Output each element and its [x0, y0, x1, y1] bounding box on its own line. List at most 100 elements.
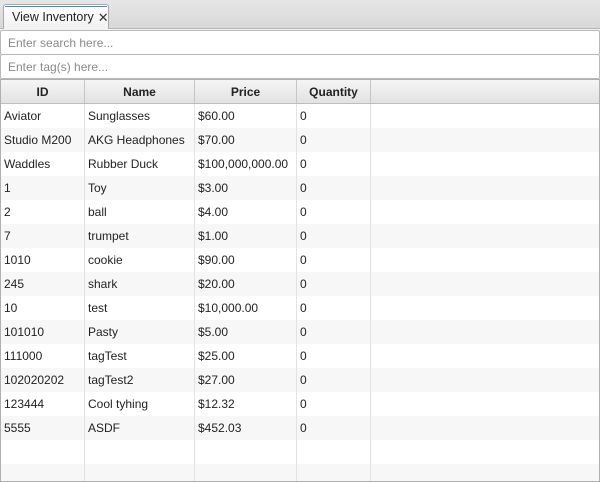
cell-price: $20.00: [195, 272, 297, 296]
cell-name: shark: [85, 272, 195, 296]
cell-quantity: 0: [297, 200, 371, 224]
cell-quantity: 0: [297, 320, 371, 344]
cell-id: 10: [1, 296, 85, 320]
cell-id: 111000: [1, 344, 85, 368]
cell-name: ASDF: [85, 416, 195, 440]
cell-id: 101010: [1, 320, 85, 344]
cell-id: 102020202: [1, 368, 85, 392]
cell-id: 123444: [1, 392, 85, 416]
table-row[interactable]: 2 ball $4.00 0: [1, 200, 599, 224]
inventory-window: View Inventory ✕ ID Name Price Quantity …: [0, 0, 600, 482]
cell-price: $25.00: [195, 344, 297, 368]
cell-name: AKG Headphones: [85, 128, 195, 152]
cell-name: Toy: [85, 176, 195, 200]
close-icon[interactable]: ✕: [98, 11, 109, 24]
cell-filler: [371, 416, 599, 440]
cell-quantity: [297, 440, 371, 464]
cell-name: Rubber Duck: [85, 152, 195, 176]
cell-id: Aviator: [1, 104, 85, 128]
cell-name: test: [85, 296, 195, 320]
cell-filler: [371, 344, 599, 368]
cell-quantity: 0: [297, 224, 371, 248]
cell-name: cookie: [85, 248, 195, 272]
cell-name: Pasty: [85, 320, 195, 344]
cell-id: [1, 440, 85, 464]
tab-view-inventory[interactable]: View Inventory ✕: [3, 4, 109, 29]
cell-id: [1, 464, 85, 481]
cell-id: Studio M200: [1, 128, 85, 152]
cell-filler: [371, 440, 599, 464]
cell-filler: [371, 272, 599, 296]
table-row[interactable]: Aviator Sunglasses $60.00 0: [1, 104, 599, 128]
cell-price: $90.00: [195, 248, 297, 272]
table-row[interactable]: 123444 Cool tyhing $12.32 0: [1, 392, 599, 416]
column-header-price[interactable]: Price: [195, 80, 297, 103]
cell-price: [195, 440, 297, 464]
cell-id: 7: [1, 224, 85, 248]
inventory-table: ID Name Price Quantity Aviator Sunglasses…: [0, 79, 600, 482]
table-row[interactable]: 101010 Pasty $5.00 0: [1, 320, 599, 344]
table-header: ID Name Price Quantity: [1, 80, 599, 104]
cell-filler: [371, 248, 599, 272]
table-row[interactable]: 5555 ASDF $452.03 0: [1, 416, 599, 440]
cell-id: 1010: [1, 248, 85, 272]
cell-quantity: 0: [297, 104, 371, 128]
table-row[interactable]: 111000 tagTest $25.00 0: [1, 344, 599, 368]
cell-price: $60.00: [195, 104, 297, 128]
table-row[interactable]: 1 Toy $3.00 0: [1, 176, 599, 200]
table-row[interactable]: 102020202 tagTest2 $27.00 0: [1, 368, 599, 392]
tags-field-container: [0, 54, 600, 79]
cell-price: $100,000,000.00: [195, 152, 297, 176]
cell-filler: [371, 224, 599, 248]
tab-label: View Inventory: [12, 10, 94, 24]
cell-id: 245: [1, 272, 85, 296]
empty-table-row[interactable]: [1, 440, 599, 464]
cell-filler: [371, 176, 599, 200]
cell-price: $1.00: [195, 224, 297, 248]
cell-quantity: 0: [297, 392, 371, 416]
cell-quantity: 0: [297, 152, 371, 176]
cell-filler: [371, 464, 599, 481]
cell-filler: [371, 296, 599, 320]
cell-id: 1: [1, 176, 85, 200]
table-row[interactable]: 245 shark $20.00 0: [1, 272, 599, 296]
cell-price: $4.00: [195, 200, 297, 224]
cell-quantity: 0: [297, 344, 371, 368]
cell-id: 5555: [1, 416, 85, 440]
cell-quantity: [297, 464, 371, 481]
cell-name: ball: [85, 200, 195, 224]
table-row[interactable]: 7 trumpet $1.00 0: [1, 224, 599, 248]
tab-strip: View Inventory ✕: [0, 0, 600, 29]
cell-quantity: 0: [297, 416, 371, 440]
cell-quantity: 0: [297, 176, 371, 200]
cell-name: tagTest2: [85, 368, 195, 392]
cell-name: Sunglasses: [85, 104, 195, 128]
cell-price: $70.00: [195, 128, 297, 152]
cell-quantity: 0: [297, 368, 371, 392]
cell-filler: [371, 200, 599, 224]
search-input[interactable]: [1, 31, 599, 54]
cell-id: Waddles: [1, 152, 85, 176]
cell-name: [85, 440, 195, 464]
cell-name: trumpet: [85, 224, 195, 248]
tags-input[interactable]: [1, 55, 599, 78]
empty-table-row[interactable]: [1, 464, 599, 481]
cell-filler: [371, 320, 599, 344]
column-header-name[interactable]: Name: [85, 80, 195, 103]
cell-price: $5.00: [195, 320, 297, 344]
table-row[interactable]: Studio M200 AKG Headphones $70.00 0: [1, 128, 599, 152]
search-field-container: [0, 30, 600, 55]
cell-filler: [371, 104, 599, 128]
column-header-filler: [371, 80, 599, 103]
cell-quantity: 0: [297, 248, 371, 272]
cell-quantity: 0: [297, 128, 371, 152]
cell-filler: [371, 128, 599, 152]
column-header-quantity[interactable]: Quantity: [297, 80, 371, 103]
column-header-id[interactable]: ID: [1, 80, 85, 103]
table-row[interactable]: 1010 cookie $90.00 0: [1, 248, 599, 272]
table-row[interactable]: 10 test $10,000.00 0: [1, 296, 599, 320]
cell-price: $10,000.00: [195, 296, 297, 320]
table-row[interactable]: Waddles Rubber Duck $100,000,000.00 0: [1, 152, 599, 176]
cell-id: 2: [1, 200, 85, 224]
table-body: Aviator Sunglasses $60.00 0 Studio M200 AKG H…: [1, 104, 599, 481]
